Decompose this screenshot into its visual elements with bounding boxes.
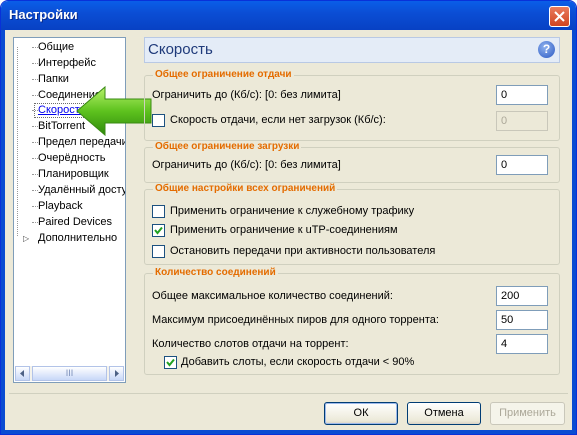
download-limit-label: Ограничить до (Кб/с): [0: без лимита] (152, 159, 341, 171)
scroll-thumb[interactable]: III (32, 366, 107, 381)
max-peers-label: Максимум присоединённых пиров для одного… (152, 314, 439, 326)
tree-item-remote[interactable]: Удалённый доступ (32, 183, 125, 198)
connections-group-title: Количество соединений (153, 267, 278, 278)
cancel-button[interactable]: Отмена (407, 402, 481, 425)
tree-item-interface[interactable]: Интерфейс (32, 56, 96, 71)
no-download-upload-label: Скорость отдачи, если нет загрузок (Кб/с… (170, 114, 386, 126)
tree-item-advanced[interactable]: Дополнительно (38, 231, 117, 246)
tree-item-scheduler[interactable]: Планировщик (32, 167, 109, 182)
close-button[interactable] (549, 6, 570, 27)
upload-limit-input[interactable]: 0 (496, 85, 548, 105)
green-arrow-icon (76, 85, 152, 137)
tree-item-playback[interactable]: Playback (32, 199, 83, 214)
scroll-right-icon (115, 370, 119, 377)
no-download-upload-checkbox[interactable] (152, 114, 165, 127)
overhead-limit-label: Применить ограничение к служебному трафи… (170, 205, 415, 217)
checkmark-icon (154, 226, 163, 235)
apply-button[interactable]: Применить (490, 402, 565, 425)
settings-window: Настройки Общие Интерфейс Папки Соединен… (0, 0, 577, 435)
button-separator (9, 393, 568, 394)
tree-item-queueing[interactable]: Очерёдность (32, 151, 106, 166)
page-title: Скорость (148, 41, 213, 58)
scroll-grip-icon: III (65, 368, 74, 378)
close-icon (554, 11, 565, 22)
scroll-left-icon (20, 370, 24, 377)
window-border-bottom (1, 430, 576, 434)
utp-limit-label: Применить ограничение к uTP-соединениям (170, 224, 398, 236)
scroll-left-button[interactable] (15, 366, 30, 381)
tree-horizontal-scrollbar[interactable]: III (15, 366, 124, 381)
ok-button[interactable]: ОК (324, 402, 398, 425)
utp-limit-checkbox[interactable] (152, 224, 165, 237)
expand-arrow-icon[interactable]: ▷ (23, 234, 29, 243)
help-icon[interactable]: ? (538, 41, 555, 58)
upload-slots-label: Количество слотов отдачи на торрент: (152, 338, 349, 350)
global-group-title: Общие настройки всех ограничений (153, 183, 338, 194)
overhead-limit-checkbox[interactable] (152, 205, 165, 218)
max-connections-label: Общее максимальное количество соединений… (152, 290, 393, 302)
stop-on-activity-checkbox[interactable] (152, 245, 165, 258)
checkmark-icon (166, 358, 175, 367)
tree-item-folders[interactable]: Папки (32, 72, 69, 87)
scroll-right-button[interactable] (109, 366, 124, 381)
download-group-title: Общее ограничение загрузки (153, 141, 302, 152)
stop-on-activity-label: Остановить передачи при активности польз… (170, 245, 436, 257)
tree-item-paired-devices[interactable]: Paired Devices (32, 215, 112, 230)
extra-slots-label: Добавить слоты, если скорость отдачи < 9… (181, 356, 415, 368)
tree-item-transfer-cap[interactable]: Предел передачи (32, 135, 125, 150)
max-peers-input[interactable]: 50 (496, 310, 548, 330)
download-limit-input[interactable]: 0 (496, 155, 548, 175)
no-download-upload-input[interactable]: 0 (496, 111, 548, 131)
upload-slots-input[interactable]: 4 (496, 334, 548, 354)
window-title: Настройки (9, 7, 78, 22)
upload-group-title: Общее ограничение отдачи (153, 69, 294, 80)
tree-connector-line (17, 47, 18, 236)
window-border-right (572, 30, 576, 434)
page-header: Скорость ? (144, 37, 560, 63)
title-bar[interactable]: Настройки (1, 1, 576, 30)
extra-slots-checkbox[interactable] (164, 356, 177, 369)
upload-limit-label: Ограничить до (Кб/с): [0: без лимита] (152, 89, 341, 101)
max-connections-input[interactable]: 200 (496, 286, 548, 306)
window-border-left (1, 30, 5, 434)
tree-item-general[interactable]: Общие (32, 40, 74, 55)
